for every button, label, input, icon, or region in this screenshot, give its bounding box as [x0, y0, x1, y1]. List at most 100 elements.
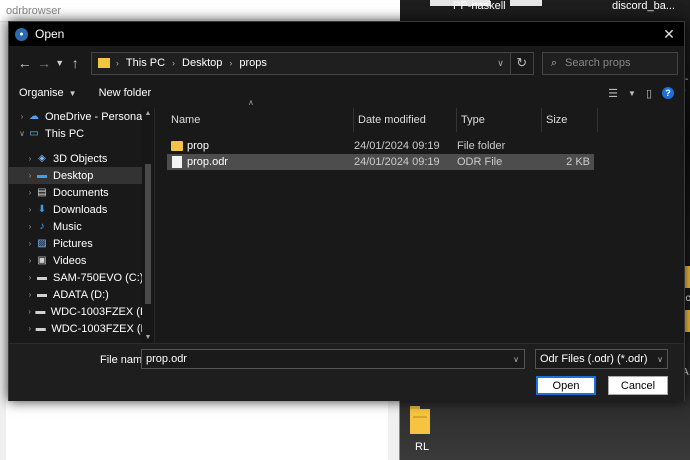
file-name-input[interactable]: prop.odr ∨	[141, 349, 525, 369]
address-bar[interactable]: › This PC › Desktop › props ∨	[90, 51, 511, 75]
search-box[interactable]: ⌕ Search props	[541, 51, 679, 75]
expand-chevron-down-icon[interactable]: ∨	[17, 129, 27, 138]
file-name-cell: prop	[167, 140, 354, 152]
open-button[interactable]: Open	[536, 376, 596, 395]
scroll-up-arrow-icon[interactable]: ▲	[142, 110, 154, 117]
breadcrumb-this-pc[interactable]: This PC	[126, 57, 165, 69]
nav-item-label: 3D Objects	[53, 152, 108, 165]
recent-locations-chevron-icon[interactable]: ▼	[54, 58, 66, 68]
nav-item[interactable]: › ▬ Desktop	[9, 167, 154, 184]
file-type-filter-value: Odr Files (.odr) (*.odr)	[540, 353, 648, 365]
help-icon[interactable]: ?	[662, 87, 674, 99]
pictures-icon: ▨	[37, 238, 47, 249]
open-file-dialog: ● Open ✕ ← → ▼ ↑ › This PC › Desktop › p…	[8, 21, 685, 401]
expand-chevron-right-icon[interactable]: ›	[25, 307, 34, 316]
chevron-down-icon[interactable]: ∨	[508, 355, 524, 364]
search-placeholder: Search props	[565, 57, 631, 69]
file-date-cell: 24/01/2024 09:19	[354, 156, 440, 168]
drive-icon: ▬	[37, 289, 47, 300]
nav-item-label: OneDrive - Personal	[45, 110, 145, 123]
nav-item[interactable]: › ☁ OneDrive - Personal	[9, 108, 154, 125]
navigation-bar: ← → ▼ ↑ › This PC › Desktop › props ∨ ↻ …	[9, 46, 684, 80]
preview-pane-icon[interactable]: ▯	[646, 87, 652, 100]
nav-item[interactable]: ∨ ▭ This PC	[9, 125, 154, 142]
desktop-label-rl[interactable]: RL	[415, 441, 429, 453]
expand-chevron-right-icon[interactable]: ›	[25, 290, 35, 299]
desktop-folder-rl-icon[interactable]	[410, 404, 430, 434]
desktop-shortcut-pp-haskell-icon-2	[510, 0, 542, 6]
navigation-scrollbar[interactable]: ▲ ▼	[142, 108, 154, 343]
search-icon: ⌕	[550, 56, 558, 69]
refresh-icon[interactable]: ↻	[510, 51, 534, 75]
nav-item-label: Videos	[53, 254, 87, 267]
command-toolbar: Organise ▼ New folder ☰ ▼ ▯ ?	[9, 80, 684, 106]
file-type-filter-select[interactable]: Odr Files (.odr) (*.odr) ∨	[535, 349, 668, 369]
scrollbar-thumb[interactable]	[145, 164, 151, 304]
desktop-label-pp-haskell[interactable]: PP-haskell	[453, 0, 506, 12]
close-button[interactable]: ✕	[654, 26, 684, 43]
column-headers: ∧ Name Date modified Type Size	[155, 98, 684, 132]
background-app-title: odrbrowser	[0, 0, 400, 22]
cloud-icon: ☁	[29, 111, 39, 122]
expand-chevron-right-icon[interactable]: ›	[25, 324, 34, 333]
nav-item-label: Desktop	[53, 169, 94, 182]
download-icon: ⬇	[37, 204, 47, 215]
back-arrow-icon[interactable]: ←	[15, 55, 34, 71]
nav-item[interactable]: › ⬇ Downloads	[9, 201, 154, 218]
expand-chevron-right-icon[interactable]: ›	[25, 256, 35, 265]
file-size-cell: 2 KB	[566, 156, 590, 168]
cancel-button[interactable]: Cancel	[608, 376, 668, 395]
column-size-label: Size	[546, 114, 568, 126]
file-row[interactable]: prop.odr 24/01/2024 09:19 ODR File 2 KB	[167, 154, 594, 170]
file-row[interactable]: prop 24/01/2024 09:19 File folder	[167, 138, 594, 154]
nav-item[interactable]: › ▬ WDC-1003FZEX (E:)	[9, 303, 154, 320]
expand-chevron-right-icon[interactable]: ›	[25, 188, 35, 197]
expand-chevron-right-icon[interactable]: ›	[25, 273, 35, 282]
nav-item[interactable]: › ▬ WDC-1003FZEX (F:)	[9, 320, 154, 337]
organise-menu-button[interactable]: Organise ▼	[19, 87, 77, 99]
up-arrow-icon[interactable]: ↑	[66, 55, 85, 71]
file-icon	[172, 156, 182, 168]
scroll-down-arrow-icon[interactable]: ▼	[142, 334, 154, 341]
nav-item-label: SAM-750EVO (C:)	[53, 271, 144, 284]
nav-item[interactable]: › ◈ 3D Objects	[9, 150, 154, 167]
nav-item[interactable]: › ▨ Pictures	[9, 235, 154, 252]
dialog-footer: File name: prop.odr ∨ Odr Files (.odr) (…	[9, 343, 684, 401]
dialog-titlebar[interactable]: ● Open ✕	[9, 22, 684, 46]
nav-item[interactable]: › ▤ Documents	[9, 184, 154, 201]
organise-label: Organise	[19, 87, 64, 99]
nav-item[interactable]: ›▬ ADATA (D:)	[9, 286, 154, 303]
forward-arrow-icon[interactable]: →	[34, 55, 53, 71]
navigation-pane: › ☁ OneDrive - Personal ∨ ▭ This PC › ◈ 3D Objec…	[9, 108, 155, 360]
breadcrumb-props[interactable]: props	[239, 57, 267, 69]
music-icon: ♪	[39, 221, 45, 232]
sort-ascending-icon: ∧	[248, 98, 254, 107]
nav-item-label: ADATA (D:)	[53, 288, 109, 301]
expand-chevron-right-icon[interactable]: ›	[25, 222, 35, 231]
expand-chevron-right-icon[interactable]: ›	[25, 239, 35, 248]
cube-icon: ◈	[38, 153, 46, 164]
expand-chevron-right-icon[interactable]: ›	[17, 112, 27, 121]
video-icon: ▣	[37, 255, 47, 266]
nav-item[interactable]: › ♪ Music	[9, 218, 154, 235]
column-header-type[interactable]: Type	[457, 108, 542, 132]
nav-item-label: Pictures	[53, 237, 93, 250]
file-list: prop 24/01/2024 09:19 File folder prop.odr 2…	[155, 138, 684, 170]
folder-icon	[97, 58, 110, 68]
view-options-icon[interactable]: ☰	[608, 87, 618, 100]
column-header-name[interactable]: Name	[167, 108, 354, 132]
view-options-chevron-icon[interactable]: ▼	[628, 89, 636, 98]
folder-icon	[171, 141, 183, 151]
new-folder-button[interactable]: New folder	[99, 87, 152, 99]
address-dropdown-chevron-icon[interactable]: ∨	[492, 58, 510, 69]
expand-chevron-right-icon[interactable]: ›	[25, 154, 35, 163]
desktop-label-discord[interactable]: discord_ba...	[612, 0, 675, 12]
expand-chevron-right-icon[interactable]: ›	[25, 171, 35, 180]
column-header-date-modified[interactable]: Date modified	[354, 108, 457, 132]
breadcrumb-desktop[interactable]: Desktop	[182, 57, 222, 69]
background-app-canvas	[6, 400, 388, 460]
nav-item[interactable]: › ▣ Videos	[9, 252, 154, 269]
nav-item[interactable]: › ▬ SAM-750EVO (C:)	[9, 269, 154, 286]
expand-chevron-right-icon[interactable]: ›	[25, 205, 35, 214]
column-header-size[interactable]: Size	[542, 108, 598, 132]
